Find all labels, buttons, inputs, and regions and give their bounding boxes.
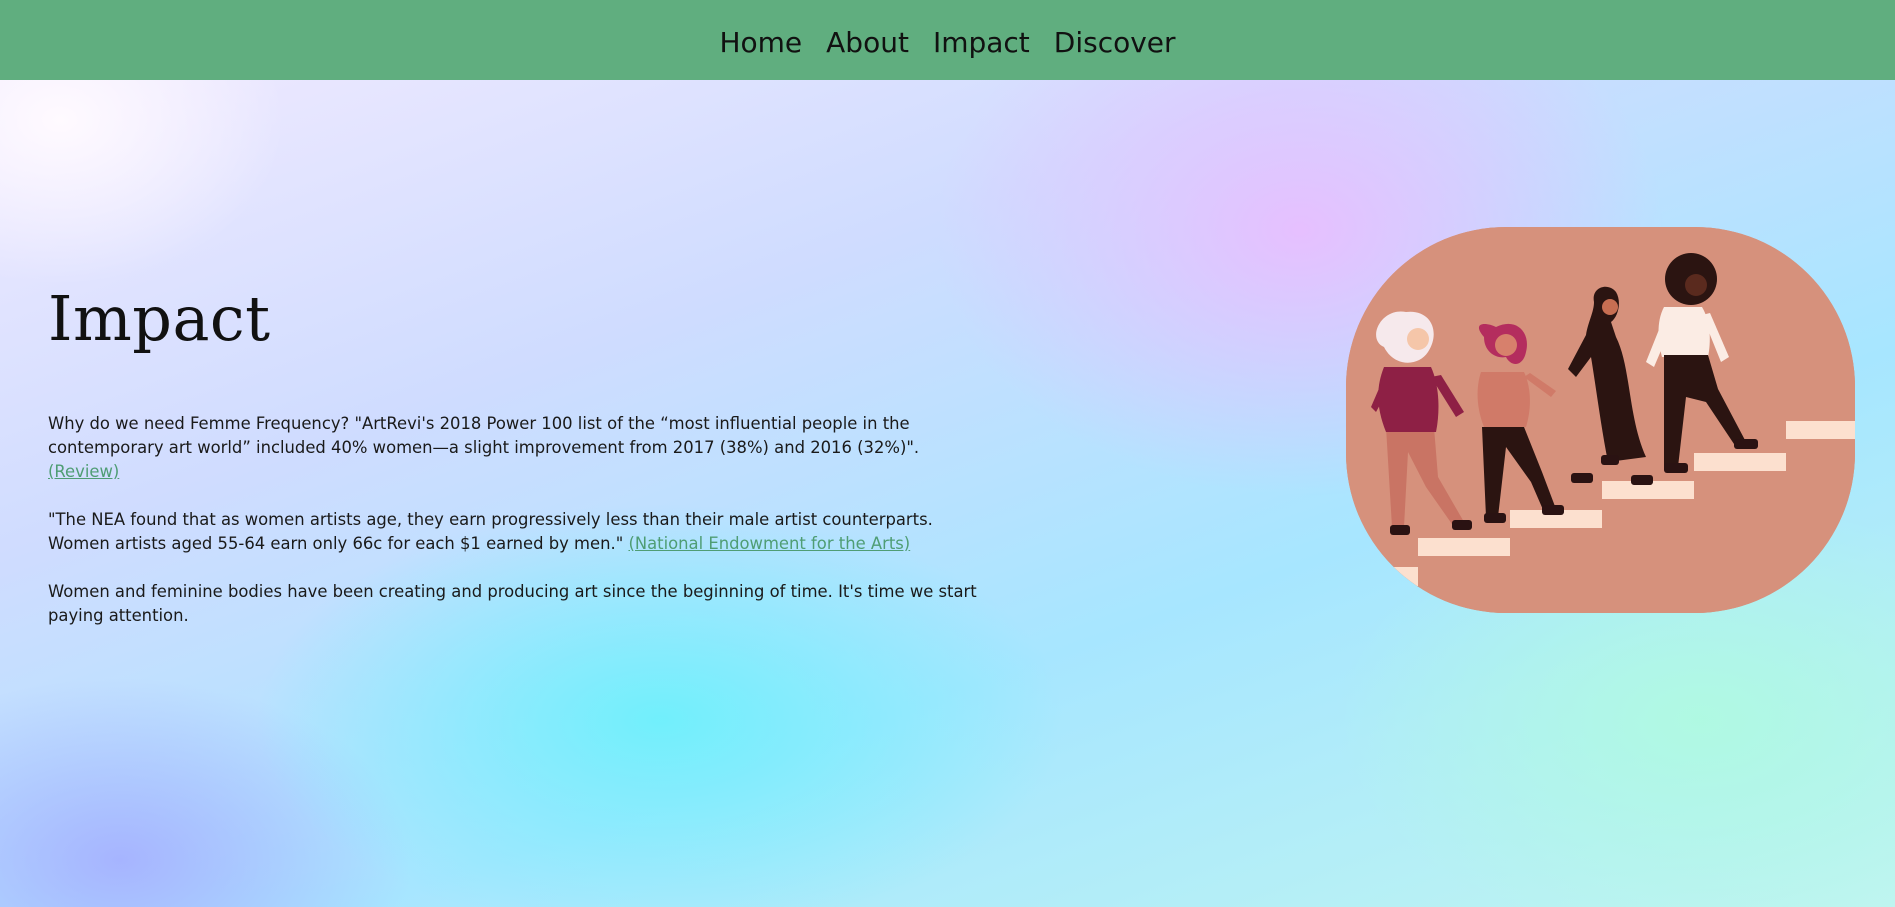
nav-discover-link[interactable]: Discover (1054, 22, 1176, 59)
nea-link[interactable]: (National Endowment for the Arts) (628, 534, 910, 553)
top-navigation: Home About Impact Discover (0, 0, 1895, 80)
review-link[interactable]: (Review) (48, 462, 119, 481)
nav-impact-link[interactable]: Impact (933, 22, 1030, 59)
nav-about-link[interactable]: About (826, 22, 909, 59)
page-title: Impact (48, 282, 271, 355)
paragraph-nea: "The NEA found that as women artists age… (48, 508, 978, 556)
women-climbing-stairs-image (1346, 227, 1855, 613)
paragraph-text: Women and feminine bodies have been crea… (48, 582, 977, 625)
hero-illustration (1346, 227, 1855, 613)
paragraph-art-review: Why do we need Femme Frequency? "ArtRevi… (48, 412, 978, 484)
paragraph-closing: Women and feminine bodies have been crea… (48, 580, 978, 628)
impact-content: Why do we need Femme Frequency? "ArtRevi… (48, 412, 978, 652)
nav-home-link[interactable]: Home (719, 22, 802, 59)
paragraph-text: Why do we need Femme Frequency? "ArtRevi… (48, 414, 920, 457)
